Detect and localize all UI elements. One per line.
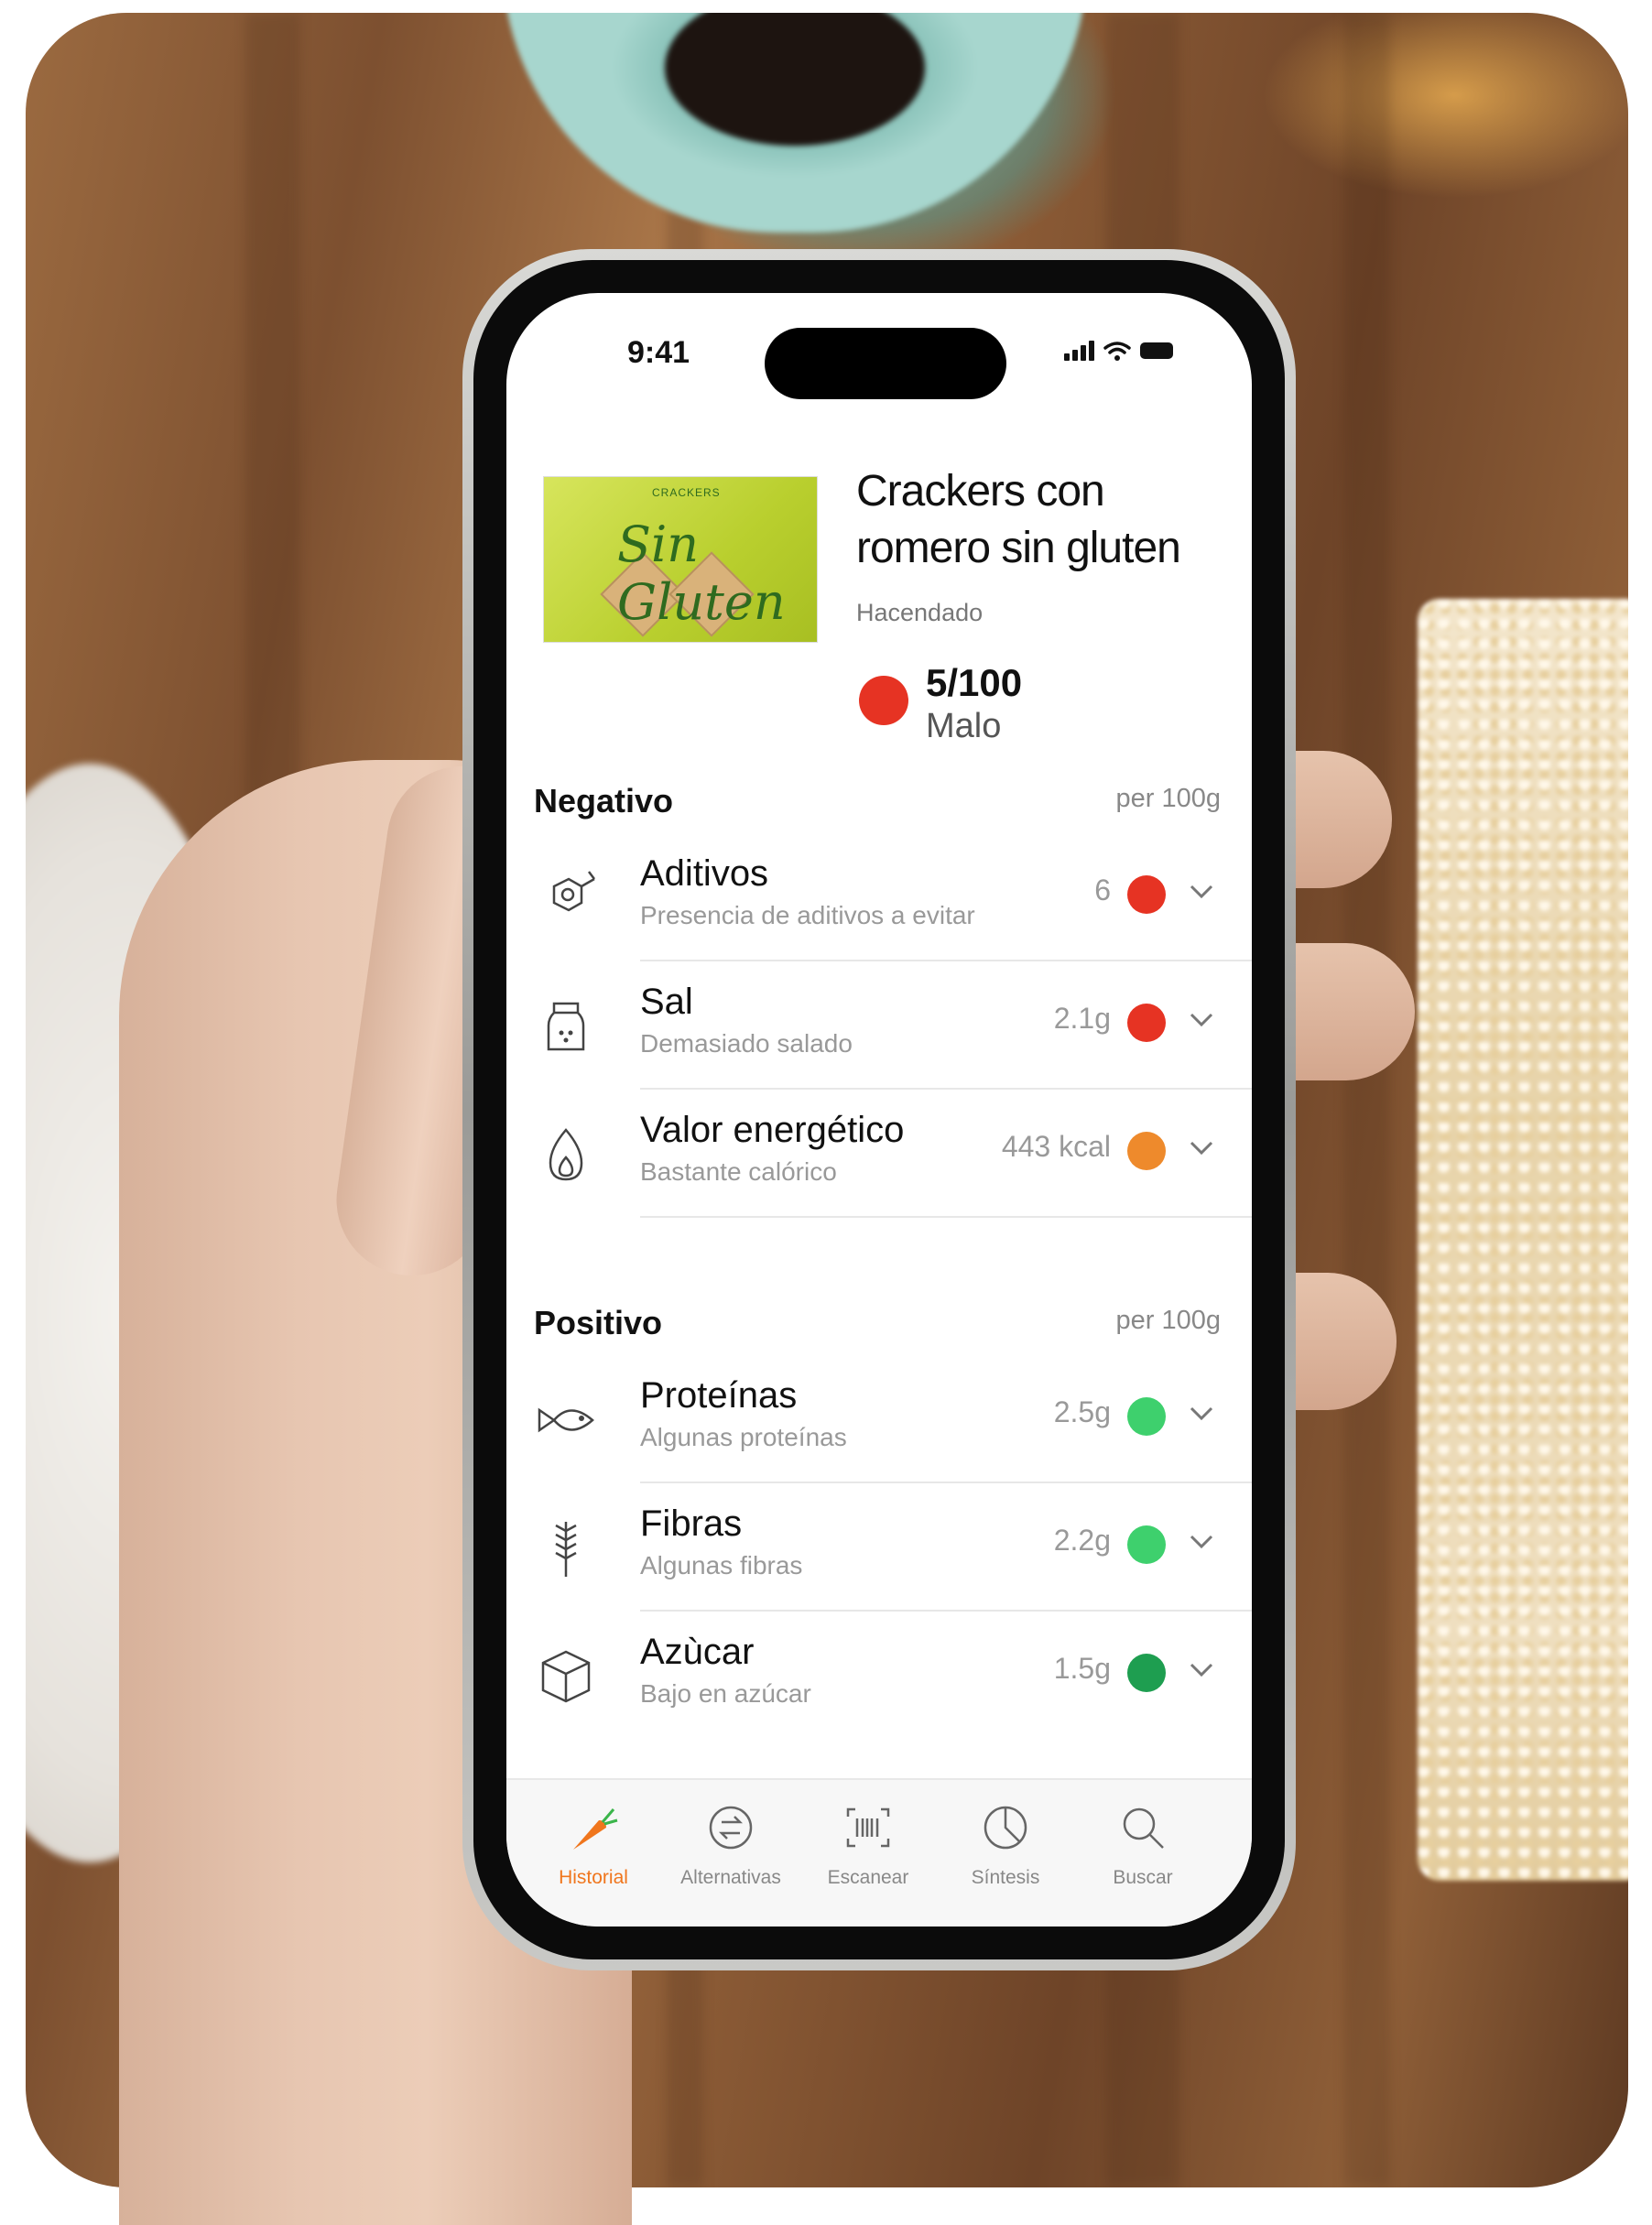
positive-unit: per 100g [1115, 1306, 1222, 1335]
package-text: Sin Gluten [617, 516, 786, 631]
status-bar: 9:41 [506, 293, 1252, 403]
tab-bar: Historial Alternativas Escanear Síntesis… [506, 1778, 1252, 1927]
chevron-down-icon[interactable] [1184, 1002, 1219, 1037]
nutrient-name: Sal [640, 982, 693, 1022]
status-dot [1127, 1525, 1166, 1564]
status-dot [1127, 875, 1166, 914]
phone: 9:41 CRACKERS Sin Gluten Crackers con ro… [462, 249, 1296, 1970]
nutrient-name: Fibras [640, 1503, 743, 1544]
product-title: Crackers con romero sin gluten [856, 467, 1181, 572]
tab-sintesis[interactable]: Síntesis [937, 1800, 1074, 1889]
score-rating: Malo [926, 707, 1002, 745]
nutrient-row-sugar[interactable]: Azùcar Bajo en azúcar 1.5g [506, 1612, 1252, 1740]
status-dot [1127, 1132, 1166, 1170]
app-screen: 9:41 CRACKERS Sin Gluten Crackers con ro… [506, 293, 1252, 1927]
tab-escanear[interactable]: Escanear [799, 1800, 937, 1889]
score-indicator [859, 676, 908, 725]
nutrient-row-additives[interactable]: Aditivos Presencia de aditivos a evitar … [506, 833, 1252, 961]
nutrient-desc: Algunas proteínas [640, 1423, 847, 1451]
product-image: CRACKERS Sin Gluten [543, 476, 818, 643]
swap-icon [709, 1806, 753, 1850]
package-tag: CRACKERS [652, 486, 721, 499]
molecule-icon [552, 871, 595, 912]
status-dot [1127, 1004, 1166, 1042]
nutrient-desc: Algunas fibras [640, 1551, 803, 1579]
nutrient-row-protein[interactable]: Proteínas Algunas proteínas 2.5g [506, 1355, 1252, 1483]
nutrient-name: Valor energético [640, 1110, 905, 1150]
status-dot [1127, 1654, 1166, 1692]
nutrient-name: Aditivos [640, 853, 769, 894]
wheat-icon [555, 1522, 577, 1577]
salt-shaker-icon [547, 1002, 585, 1051]
nutrient-desc: Bajo en azúcar [640, 1679, 811, 1708]
chevron-down-icon[interactable] [1184, 1395, 1219, 1430]
nutrient-value: 2.2g [1053, 1524, 1111, 1557]
signal-icon [1064, 341, 1094, 361]
tab-buscar[interactable]: Buscar [1074, 1800, 1212, 1889]
nutrient-name: Azùcar [640, 1632, 755, 1672]
chevron-down-icon[interactable] [1184, 1524, 1219, 1558]
nutrient-value: 2.5g [1053, 1395, 1111, 1428]
score-value: 5/100 [926, 661, 1023, 704]
nutrient-row-fiber[interactable]: Fibras Algunas fibras 2.2g [506, 1483, 1252, 1612]
coffee-cup [502, 13, 1088, 233]
product-brand: Hacendado [856, 599, 984, 626]
status-dot [1127, 1397, 1166, 1436]
tab-historial[interactable]: Historial [525, 1800, 662, 1889]
nutrient-value: 443 kcal [1001, 1130, 1111, 1163]
negative-title: Negativo [534, 782, 674, 819]
wifi-icon [1103, 342, 1131, 361]
status-time: 9:41 [627, 335, 690, 370]
positive-title: Positivo [534, 1304, 663, 1341]
chevron-down-icon[interactable] [1184, 874, 1219, 908]
carrot-icon [573, 1808, 618, 1850]
sugar-cube-icon [541, 1650, 591, 1703]
nutrient-name: Proteínas [640, 1375, 798, 1416]
search-icon [1123, 1807, 1164, 1849]
nutrient-value: 1.5g [1053, 1652, 1111, 1685]
chevron-down-icon[interactable] [1184, 1130, 1219, 1165]
nutrient-row-salt[interactable]: Sal Demasiado salado 2.1g [506, 961, 1252, 1090]
barcode-icon [846, 1807, 890, 1848]
nutrient-value: 2.1g [1053, 1002, 1111, 1035]
fish-icon [538, 1407, 594, 1433]
rice-cake [1418, 599, 1628, 1881]
negative-unit: per 100g [1115, 784, 1222, 813]
nutrient-desc: Bastante calórico [640, 1157, 837, 1186]
battery-icon [1140, 342, 1173, 359]
pie-chart-icon [984, 1806, 1027, 1850]
tab-alternativas[interactable]: Alternativas [662, 1800, 799, 1889]
nutrient-row-energy[interactable]: Valor energético Bastante calórico 443 k… [506, 1090, 1252, 1218]
chevron-down-icon[interactable] [1184, 1652, 1219, 1687]
dynamic-island [765, 328, 1006, 399]
flame-icon [549, 1128, 583, 1181]
nutrient-desc: Demasiado salado [640, 1029, 853, 1058]
nutrient-desc: Presencia de aditivos a evitar [640, 901, 975, 929]
nutrient-value: 6 [1094, 874, 1111, 906]
